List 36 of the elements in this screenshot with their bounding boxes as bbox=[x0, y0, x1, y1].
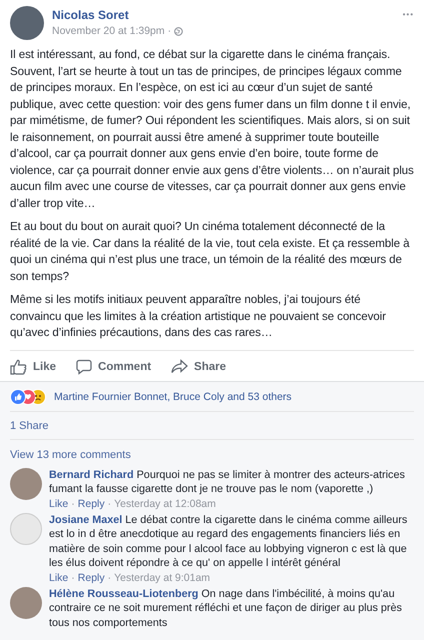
commenter-name[interactable]: Josiane Maxel bbox=[49, 514, 122, 526]
separator: · bbox=[168, 25, 172, 37]
globe-icon bbox=[174, 26, 184, 36]
comment-text: Hélène Rousseau-Liotenberg On nage dans l'imbécilité, à moins qu'au contraire ce ne soit murement réfléchi et une façon de diriger au plus près tous nos comportements bbox=[49, 586, 403, 630]
view-more-comments-link[interactable]: View 13 more comments bbox=[10, 448, 131, 460]
thumbs-up-icon bbox=[10, 358, 27, 374]
author-name[interactable]: Nicolas Soret bbox=[52, 8, 395, 22]
post-paragraph: Et au bout du bout on aurait quoi? Un cinéma totalement déconnecté de la réalité de la vie. Car dans la réalité de la vie, tout cela existe. Et ça ressemble à quoi un cinéma qui n’est plus une trace, un témoin de la réalité des mœurs de son temps? bbox=[10, 219, 410, 284]
comment-action-link[interactable]: Reply bbox=[78, 498, 105, 510]
comment-text: Bernard Richard Pourquoi ne pas se limiter à montrer des acteurs-atrices fumant la fausse cigarette dont je ne trouve pas le nom (vaporette ,) bbox=[49, 468, 406, 496]
separator: · bbox=[108, 498, 112, 510]
separator: · bbox=[71, 498, 75, 510]
post-timestamp[interactable]: November 20 at 1:39pm bbox=[52, 25, 165, 37]
comment-action-link[interactable]: Reply bbox=[78, 572, 105, 584]
shares-count[interactable]: 1 Share bbox=[10, 420, 49, 432]
share-arrow-icon bbox=[171, 359, 188, 374]
speech-bubble-icon bbox=[76, 358, 92, 374]
reactions-summary[interactable]: Martine Fournier Bonnet, Bruce Coly and 53 others bbox=[54, 390, 292, 402]
commenter-avatar[interactable] bbox=[10, 586, 42, 618]
separator: · bbox=[71, 572, 75, 584]
commenter-name[interactable]: Bernard Richard bbox=[49, 468, 134, 480]
comment-timestamp[interactable]: Yesterday at 9:01am bbox=[114, 572, 210, 584]
post-paragraph: Il est intéressant, au fond, ce débat sur la cigarette dans le cinéma français. Souvent, l’art se heurte à tout un tas de principes, de principes légaux comme de principes moraux. En l’espèce, on est ici au cœur d’un sujet de santé publique, avec cette question: voir des gens fumer dans un film donne t il envie, par mimétisme, de fumer? Oui répondent les scientifiques. Mais alors, si on suit le raisonnement, on pourrait aussi être amené à supprimer toute bouteille d’alcool, car ça pourrait donner aux gens envie d’en boire, toute forme de violence, car ça pourrait donner envie aux gens d’être violents… on n’aurait plus aucun film avec une course de vitesses, car ça pourrait donner aux gens envie d’aller trop vite… bbox=[10, 47, 414, 212]
comment-timestamp[interactable]: Yesterday at 12:08am bbox=[114, 498, 216, 510]
action-button[interactable]: Like bbox=[10, 358, 56, 374]
avatar-photo[interactable] bbox=[10, 6, 44, 40]
post-paragraph: Même si les motifs initiaux peuvent apparaître nobles, j’ai toujours été convaincu que les limites à la création artistique ne pouvaient se concevoir qu’avec d’infinies précautions, dans des cas rares… bbox=[10, 292, 387, 341]
comment-text: Josiane Maxel Le débat contre la cigarette dans le cinéma comme ailleurs est lo in d être anecdotique au regard des engagements financiers liés en matière de soin comme pour l alcool face au lobbying vigneron c est là que les élus doivent répondre à ce qu' on appelle l intérêt général bbox=[49, 512, 408, 570]
commenter-name[interactable]: Hélène Rousseau-Liotenberg bbox=[49, 588, 198, 600]
comment-action-link[interactable]: Like bbox=[49, 572, 68, 584]
more-options-button[interactable]: ••• bbox=[402, 6, 414, 19]
commenter-avatar[interactable] bbox=[10, 468, 42, 500]
separator: · bbox=[108, 572, 112, 584]
comment-action-link[interactable]: Like bbox=[49, 498, 68, 510]
action-button[interactable]: Share bbox=[171, 358, 226, 374]
action-button[interactable]: Comment bbox=[76, 358, 152, 374]
